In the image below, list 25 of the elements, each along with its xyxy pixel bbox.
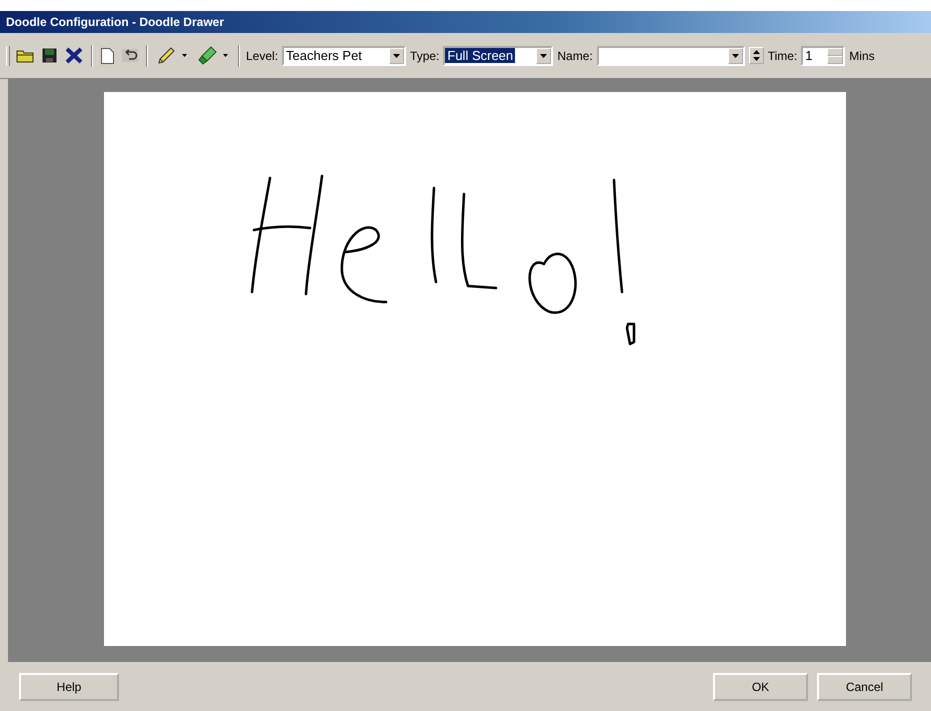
dropdown-field[interactable]: Teachers Pet xyxy=(282,46,406,66)
caret-icon[interactable] xyxy=(393,54,400,58)
field-label: Type: xyxy=(410,48,440,62)
time-spinner[interactable]: 1 xyxy=(801,46,846,66)
close-icon[interactable] xyxy=(65,47,83,64)
cancel-button[interactable]: Cancel xyxy=(817,672,912,700)
dropdown-arrow-icon[interactable] xyxy=(223,54,228,57)
dropdown-field[interactable]: Full Screen xyxy=(443,46,554,66)
spinner-icon[interactable] xyxy=(748,47,764,64)
help-button[interactable]: Help xyxy=(19,672,119,700)
caret-icon[interactable] xyxy=(732,54,739,58)
page-icon[interactable] xyxy=(101,48,114,64)
marker-icon[interactable] xyxy=(197,46,217,66)
field-label: Level: xyxy=(246,48,278,62)
field-label: Time: xyxy=(768,48,798,62)
dropdown-field[interactable] xyxy=(596,46,745,66)
caret-icon[interactable] xyxy=(540,54,548,58)
field-label: Mins xyxy=(849,48,875,62)
pencil-icon[interactable] xyxy=(156,46,176,66)
dropdown-arrow-icon[interactable] xyxy=(182,54,187,57)
save-icon[interactable] xyxy=(42,48,57,63)
window-title: Doodle Configuration - Doodle Drawer xyxy=(6,15,224,29)
ok-button[interactable]: OK xyxy=(713,672,808,700)
folder-icon[interactable] xyxy=(16,48,34,62)
field-label: Name: xyxy=(557,48,593,62)
